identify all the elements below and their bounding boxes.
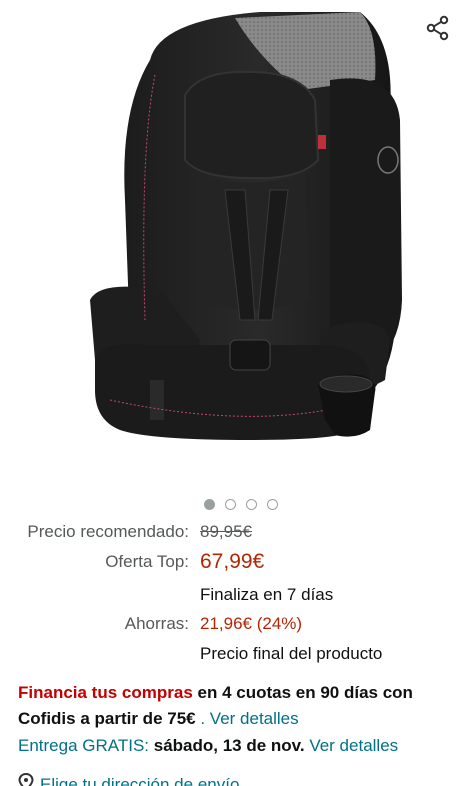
delivery-info: Entrega GRATIS: sábado, 13 de nov. Ver d… xyxy=(18,735,468,757)
recommended-price-label: Precio recomendado: xyxy=(27,522,189,541)
offer-price-label: Oferta Top: xyxy=(105,552,189,571)
savings-value: 21,96€ (24%) xyxy=(200,614,303,633)
product-image[interactable] xyxy=(0,0,475,486)
address-link[interactable]: Elige tu dirección de envío xyxy=(40,775,239,786)
offer-ends-text: Finaliza en 7 días xyxy=(200,585,334,604)
share-icon[interactable] xyxy=(420,10,456,46)
financing-separator: . xyxy=(195,709,210,728)
offer-price-value: 67,99€ xyxy=(200,550,265,573)
financing-details-link[interactable]: Ver detalles xyxy=(210,709,299,728)
carousel-dot-4[interactable] xyxy=(266,499,278,510)
financing-offer: Financia tus compras en 4 cuotas en 90 d… xyxy=(18,680,463,732)
final-price-text: Precio final del producto xyxy=(200,644,383,663)
carousel-dot-3[interactable] xyxy=(245,499,257,510)
recommended-price-value: 89,95€ xyxy=(200,522,252,541)
delivery-details-link[interactable]: Ver detalles xyxy=(305,736,398,755)
carousel-indicator xyxy=(0,499,475,510)
delivery-date: sábado, 13 de nov. xyxy=(149,736,305,755)
carousel-dot-1[interactable] xyxy=(203,499,215,510)
location-pin-icon xyxy=(18,772,34,786)
carousel-dot-2[interactable] xyxy=(224,499,236,510)
car-seat-illustration xyxy=(90,12,402,440)
financing-link[interactable]: Financia tus compras xyxy=(18,683,193,702)
savings-label: Ahorras: xyxy=(124,614,189,633)
address-selector[interactable]: Elige tu dirección de envío xyxy=(18,772,239,786)
delivery-label: Entrega GRATIS: xyxy=(18,736,150,755)
